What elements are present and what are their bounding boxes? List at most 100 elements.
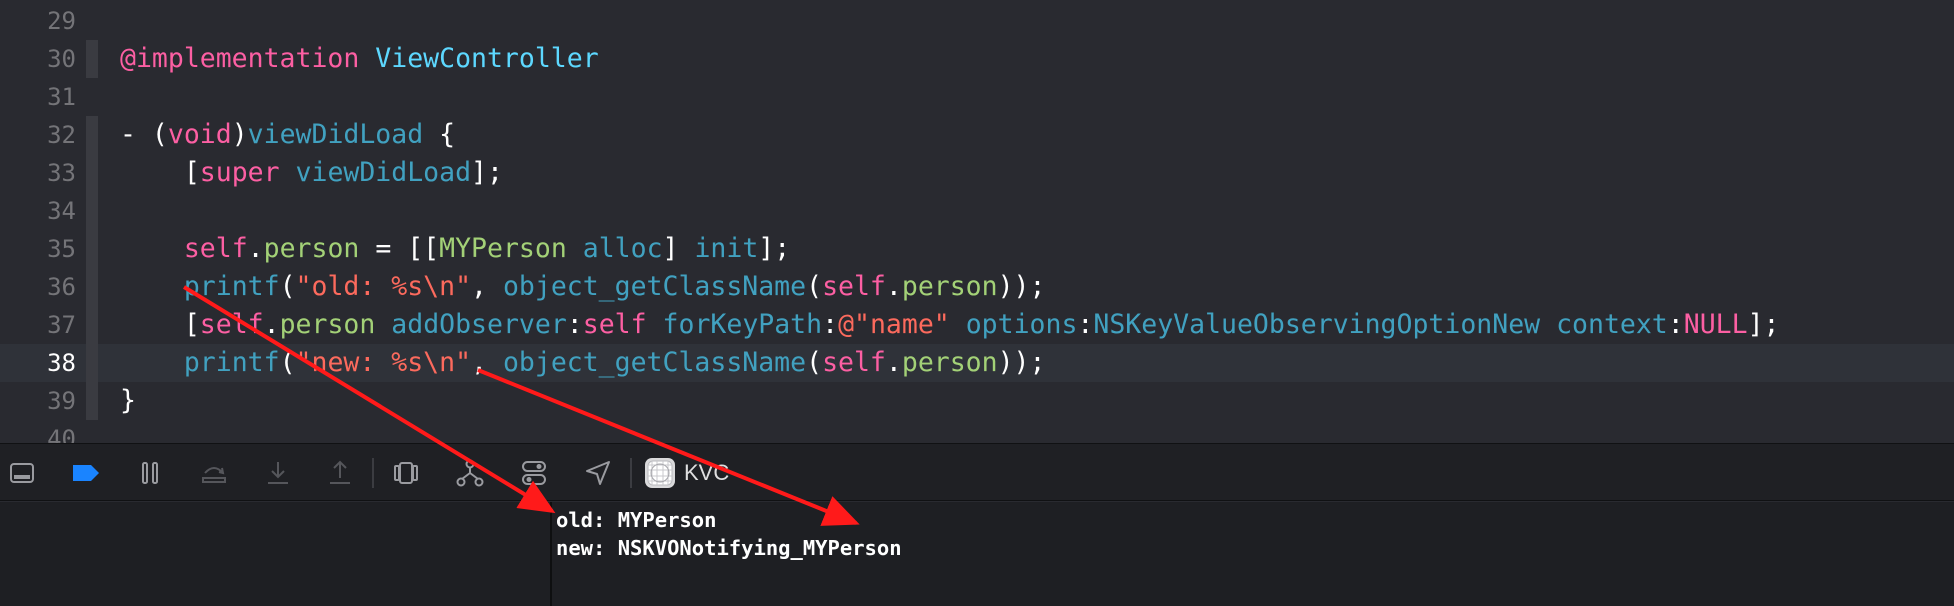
code-token: ( bbox=[279, 347, 296, 378]
code-token: . bbox=[263, 309, 280, 340]
console-line-new: new: NSKVONotifying_MYPerson bbox=[556, 536, 902, 560]
simulate-location-icon bbox=[586, 461, 610, 485]
code-token: : bbox=[1667, 309, 1684, 340]
line-number[interactable]: 38 bbox=[0, 344, 76, 382]
console-output[interactable]: old: MYPerson new: NSKVONotifying_MYPers… bbox=[552, 502, 1954, 606]
simulate-location-button[interactable] bbox=[578, 444, 618, 502]
code-token: viewDidLoad bbox=[295, 157, 472, 188]
step-out-button[interactable] bbox=[320, 444, 360, 502]
code-fold-ribbon[interactable] bbox=[86, 154, 98, 192]
code-fold-ribbon[interactable] bbox=[86, 192, 98, 230]
code-token: ViewController bbox=[375, 43, 599, 74]
code-line-35[interactable]: 35 self.person = [[MYPerson alloc] init]… bbox=[0, 230, 1954, 268]
code-text[interactable]: self.person = [[MYPerson alloc] init]; bbox=[120, 230, 790, 268]
line-number[interactable]: 30 bbox=[0, 40, 76, 78]
code-line-30[interactable]: 30 @implementation ViewController bbox=[0, 40, 1954, 78]
memory-graph-icon bbox=[456, 459, 484, 487]
code-token: = [[ bbox=[359, 233, 440, 264]
code-line-39[interactable]: 39} bbox=[0, 382, 1954, 420]
line-number[interactable]: 33 bbox=[0, 154, 76, 192]
code-token: @implementation bbox=[120, 43, 360, 74]
code-token: NULL bbox=[1683, 309, 1748, 340]
breakpoints-toggle-icon bbox=[73, 465, 99, 481]
line-number[interactable]: 29 bbox=[0, 2, 76, 40]
code-token: )); bbox=[997, 347, 1046, 378]
line-number[interactable]: 32 bbox=[0, 116, 76, 154]
line-number[interactable]: 39 bbox=[0, 382, 76, 420]
code-text[interactable]: printf("old: %s\n", object_getClassName(… bbox=[120, 268, 1046, 306]
code-text[interactable]: [super viewDidLoad]; bbox=[120, 154, 503, 192]
environment-overrides-button[interactable] bbox=[514, 444, 554, 502]
step-into-icon bbox=[268, 462, 288, 484]
code-fold-ribbon[interactable] bbox=[86, 268, 98, 306]
code-token: super bbox=[199, 157, 280, 188]
line-number[interactable]: 37 bbox=[0, 306, 76, 344]
step-over-button[interactable] bbox=[194, 444, 234, 502]
code-fold-ribbon[interactable] bbox=[86, 116, 98, 154]
line-number[interactable]: 36 bbox=[0, 268, 76, 306]
code-token: self bbox=[822, 271, 886, 302]
code-text[interactable]: - (void)viewDidLoad { bbox=[120, 116, 455, 154]
target-name[interactable]: KVC bbox=[684, 444, 729, 502]
code-fold-ribbon[interactable] bbox=[86, 344, 98, 382]
line-number[interactable]: 35 bbox=[0, 230, 76, 268]
code-token: "new: %s\n" bbox=[295, 347, 472, 378]
code-token: ]; bbox=[758, 233, 791, 264]
code-line-40[interactable]: 40 bbox=[0, 420, 1954, 443]
code-token: person bbox=[901, 347, 998, 378]
code-token: ( bbox=[806, 271, 823, 302]
code-token: printf bbox=[183, 271, 280, 302]
code-token: [ bbox=[120, 309, 200, 340]
code-token: ] bbox=[662, 233, 695, 264]
code-token: viewDidLoad bbox=[247, 119, 424, 150]
line-number[interactable]: 31 bbox=[0, 78, 76, 116]
code-token: self bbox=[582, 309, 647, 340]
pause-button[interactable] bbox=[130, 444, 170, 502]
code-token: MYPerson bbox=[439, 233, 567, 264]
code-token: void bbox=[167, 119, 232, 150]
pause-icon bbox=[142, 462, 158, 484]
hide-debug-area-button[interactable] bbox=[2, 444, 42, 502]
code-line-34[interactable]: 34 bbox=[0, 192, 1954, 230]
code-token: init bbox=[694, 233, 759, 264]
code-token: @"name" bbox=[838, 309, 950, 340]
code-line-33[interactable]: 33 [super viewDidLoad]; bbox=[0, 154, 1954, 192]
line-number[interactable]: 34 bbox=[0, 192, 76, 230]
code-line-31[interactable]: 31 bbox=[0, 78, 1954, 116]
code-line-32[interactable]: 32 - (void)viewDidLoad { bbox=[0, 116, 1954, 154]
code-text[interactable]: @implementation ViewController bbox=[120, 40, 599, 78]
code-token: ( bbox=[279, 271, 296, 302]
breakpoints-toggle-button[interactable] bbox=[66, 444, 106, 502]
code-token: ) bbox=[231, 119, 248, 150]
code-fold-ribbon[interactable] bbox=[86, 382, 98, 420]
code-text[interactable]: [self.person addObserver:self forKeyPath… bbox=[120, 306, 1780, 344]
code-token: . bbox=[885, 347, 902, 378]
code-line-29[interactable]: 29 bbox=[0, 2, 1954, 40]
memory-graph-button[interactable] bbox=[450, 444, 490, 502]
code-token: : bbox=[822, 309, 839, 340]
source-editor[interactable]: 29 30 @implementation ViewController 31 32 - … bbox=[0, 0, 1954, 443]
code-token: "old: %s\n" bbox=[295, 271, 472, 302]
step-into-button[interactable] bbox=[258, 444, 298, 502]
code-token: NSKeyValueObservingOptionNew bbox=[1093, 309, 1541, 340]
line-number[interactable]: 40 bbox=[0, 420, 76, 443]
variables-view[interactable] bbox=[0, 502, 550, 606]
code-token: } bbox=[120, 385, 136, 416]
code-line-36[interactable]: 36 printf("old: %s\n", object_getClassNa… bbox=[0, 268, 1954, 306]
code-token: forKeyPath bbox=[662, 309, 823, 340]
code-line-38[interactable]: 38 printf("new: %s\n", object_getClassNa… bbox=[0, 344, 1954, 382]
step-out-icon bbox=[330, 460, 350, 484]
code-text[interactable]: printf("new: %s\n", object_getClassName(… bbox=[120, 344, 1046, 382]
code-fold-ribbon[interactable] bbox=[86, 230, 98, 268]
code-fold-ribbon[interactable] bbox=[86, 40, 98, 78]
code-fold-ribbon[interactable] bbox=[86, 306, 98, 344]
view-hierarchy-button[interactable] bbox=[386, 444, 426, 502]
code-text[interactable]: } bbox=[120, 382, 136, 420]
code-token: self bbox=[199, 309, 264, 340]
target-app-icon[interactable] bbox=[640, 444, 680, 502]
code-line-37[interactable]: 37 [self.person addObserver:self forKeyP… bbox=[0, 306, 1954, 344]
code-token: object_getClassName bbox=[502, 271, 807, 302]
